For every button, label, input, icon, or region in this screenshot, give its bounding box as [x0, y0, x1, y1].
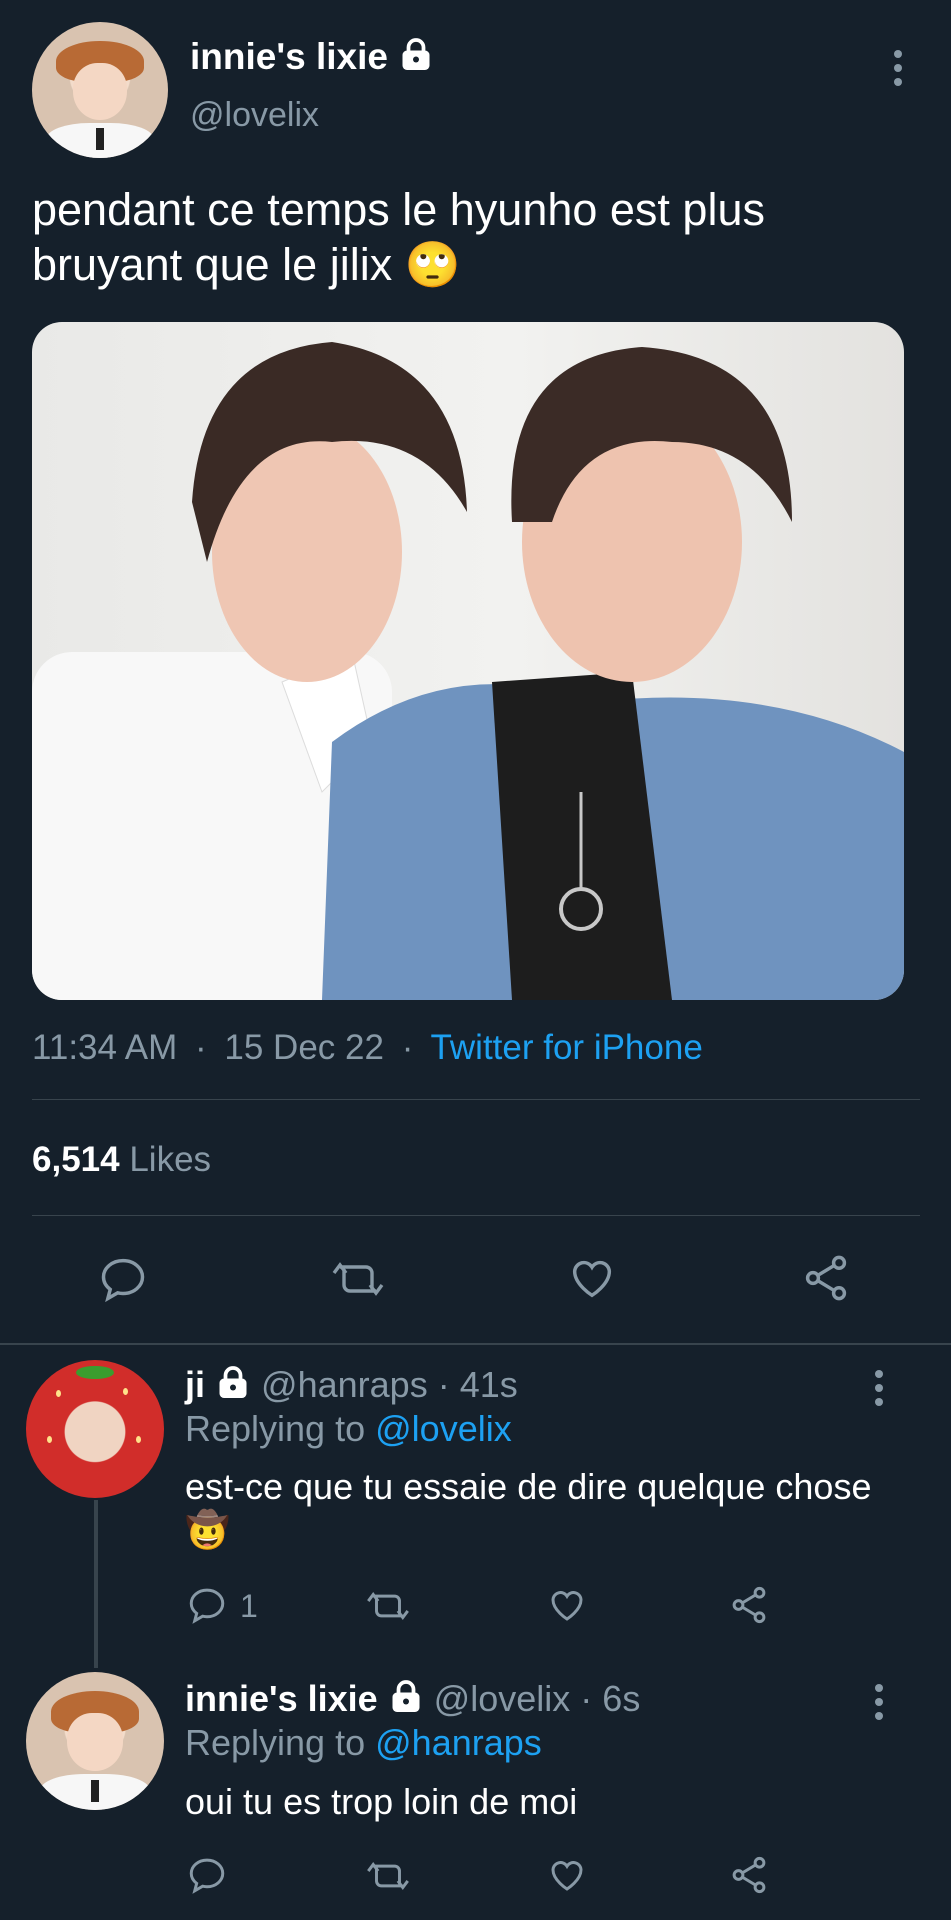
reply-display-name[interactable]: innie's lixie — [185, 1678, 378, 1719]
share-icon[interactable] — [800, 1252, 852, 1304]
replying-to-link[interactable]: @hanraps — [375, 1722, 542, 1763]
reply-icon[interactable] — [186, 1854, 228, 1896]
reply-icon[interactable] — [97, 1253, 149, 1305]
more-icon[interactable] — [869, 1684, 889, 1726]
lock-icon — [398, 37, 434, 82]
author-avatar[interactable] — [32, 22, 168, 158]
tweet-source-link[interactable]: Twitter for iPhone — [430, 1028, 702, 1067]
share-icon[interactable] — [728, 1584, 770, 1626]
reply-avatar[interactable] — [26, 1360, 164, 1498]
author-handle[interactable]: @lovelix — [190, 96, 319, 135]
divider — [32, 1099, 920, 1100]
reply-age: 41s — [459, 1364, 518, 1405]
replying-to-line: Replying to @lovelix — [185, 1408, 512, 1449]
tweet-photo[interactable] — [32, 322, 904, 1000]
more-icon[interactable] — [888, 50, 908, 92]
author-display-name[interactable]: innie's lixie — [190, 36, 434, 82]
retweet-icon[interactable] — [365, 1586, 411, 1626]
reply-handle[interactable]: @lovelix — [434, 1678, 571, 1719]
reply-handle[interactable]: @hanraps — [261, 1364, 428, 1405]
timestamp-line: 11:34 AM · 15 Dec 22 · Twitter for iPhon… — [32, 1028, 703, 1067]
retweet-icon[interactable] — [365, 1856, 411, 1896]
tweet-text: pendant ce temps le hyunho est plus bruy… — [32, 184, 765, 290]
reply-count: 1 — [240, 1588, 258, 1624]
section-divider — [0, 1343, 951, 1345]
likes-label: Likes — [129, 1140, 212, 1179]
reply-text: oui tu es trop loin de moi — [185, 1781, 578, 1822]
like-icon[interactable] — [546, 1584, 588, 1626]
retweet-icon[interactable] — [330, 1255, 386, 1303]
tweet-time: 11:34 AM — [32, 1028, 178, 1067]
lock-icon — [215, 1365, 251, 1410]
share-icon[interactable] — [728, 1854, 770, 1896]
like-icon[interactable] — [566, 1252, 618, 1304]
reply-icon[interactable] — [186, 1584, 228, 1626]
lock-icon — [388, 1679, 424, 1724]
reply-display-name[interactable]: ji — [185, 1364, 205, 1405]
reply-header: innie's lixie @lovelix · 6s — [185, 1678, 640, 1724]
likes-count: 6,514 — [32, 1140, 120, 1179]
likes-stat[interactable]: 6,514 Likes — [32, 1140, 211, 1180]
replying-to-line: Replying to @hanraps — [185, 1722, 542, 1763]
replying-to-link[interactable]: @lovelix — [375, 1408, 512, 1449]
reply-age: 6s — [602, 1678, 641, 1719]
reply-text: est-ce que tu essaie de dire quelque cho… — [185, 1466, 872, 1550]
reply-header: ji @hanraps · 41s — [185, 1364, 518, 1410]
tweet-date: 15 Dec 22 — [224, 1028, 384, 1067]
like-icon[interactable] — [546, 1854, 588, 1896]
divider — [32, 1215, 920, 1216]
thread-line — [94, 1500, 98, 1668]
reply-avatar[interactable] — [26, 1672, 164, 1810]
more-icon[interactable] — [869, 1370, 889, 1412]
